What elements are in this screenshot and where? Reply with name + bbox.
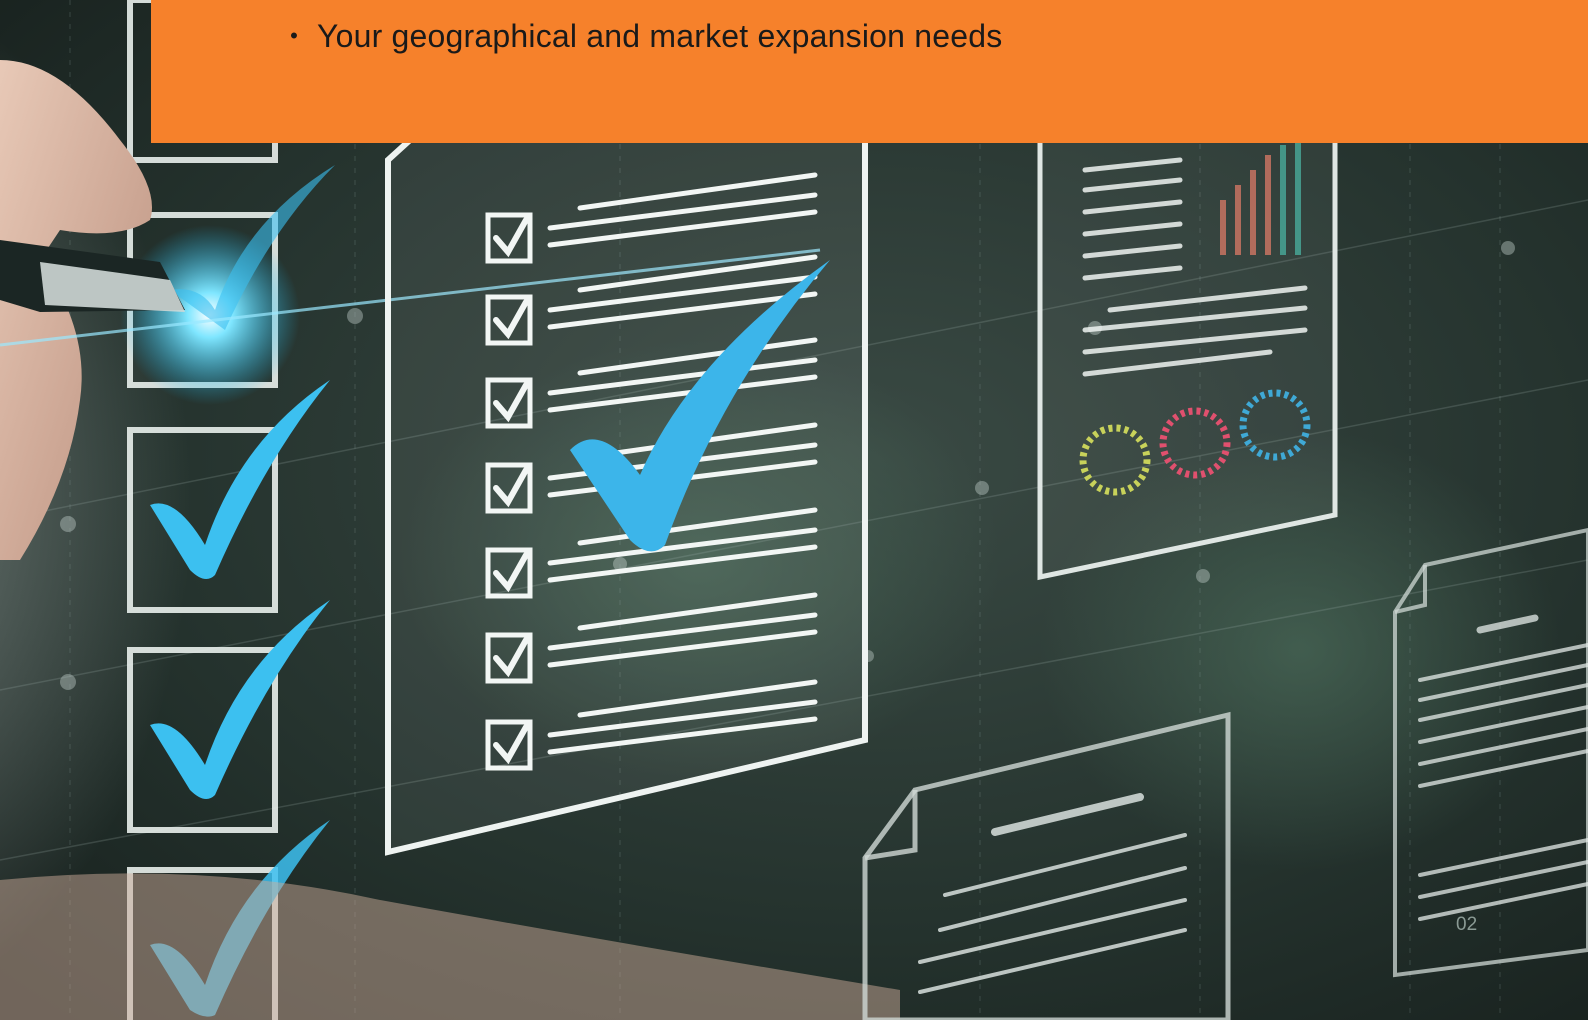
bullet-icon: • — [290, 23, 298, 48]
dashboard-document — [1037, 137, 1338, 581]
page-number: 02 — [1456, 914, 1478, 935]
background-illustration — [0, 0, 1588, 1020]
checklist-document — [385, 131, 868, 856]
bullet-text: Your geographical and market expansion n… — [317, 18, 1003, 54]
slide: • Your geographical and market expansion… — [0, 0, 1588, 1020]
title-banner: • Your geographical and market expansion… — [151, 0, 1588, 143]
bullet-item: • Your geographical and market expansion… — [271, 14, 1002, 58]
